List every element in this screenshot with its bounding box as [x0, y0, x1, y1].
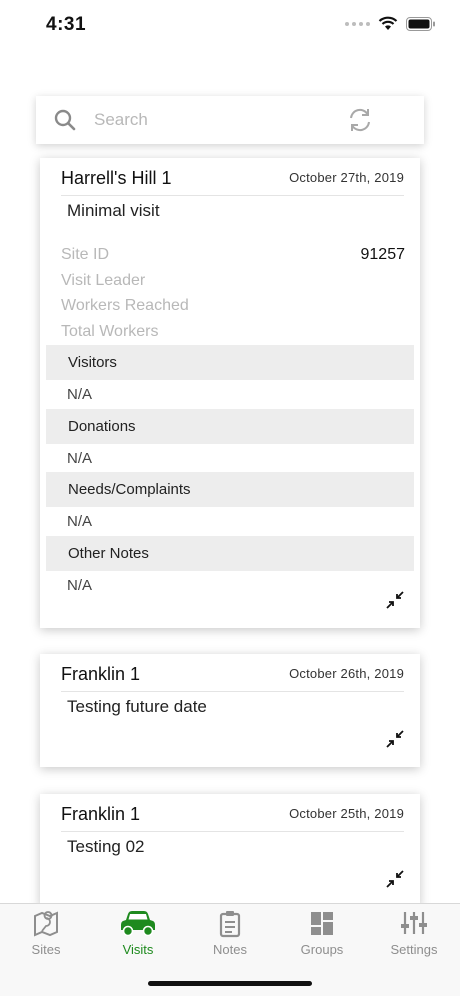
sliders-icon [401, 912, 427, 934]
visit-card[interactable]: Franklin 1 October 25th, 2019 Testing 02 [40, 794, 420, 907]
card-header: Franklin 1 October 25th, 2019 [61, 794, 404, 832]
clipboard-icon [219, 911, 241, 938]
workers-reached-label: Workers Reached [61, 297, 189, 314]
card-title: Harrell's Hill 1 [61, 168, 172, 188]
tab-notes[interactable]: Notes [184, 904, 276, 964]
card-date: October 25th, 2019 [289, 806, 404, 821]
section-value: N/A [67, 513, 93, 530]
section-title: Donations [68, 418, 136, 435]
section-header-visitors: Visitors [46, 345, 414, 380]
status-time: 4:31 [46, 14, 87, 35]
tab-groups[interactable]: Groups [276, 904, 368, 964]
refresh-icon[interactable] [347, 107, 373, 133]
site-id-value: 91257 [360, 246, 406, 263]
signal-icon [345, 21, 370, 26]
section-title: Visitors [68, 354, 117, 371]
card-title: Franklin 1 [61, 804, 141, 824]
tab-label: Visits [122, 942, 154, 957]
collapse-icon[interactable] [386, 591, 404, 609]
section-header-needs: Needs/Complaints [46, 472, 414, 507]
card-subtitle: Minimal visit [67, 201, 160, 220]
tab-label: Settings [390, 942, 438, 957]
tab-settings[interactable]: Settings [368, 904, 460, 964]
home-indicator [148, 981, 312, 986]
card-title: Franklin 1 [61, 664, 141, 684]
section-value: N/A [67, 386, 93, 403]
card-subtitle: Testing 02 [67, 837, 145, 856]
tab-label: Notes [213, 942, 247, 957]
section-header-other-notes: Other Notes [46, 536, 414, 571]
card-date: October 26th, 2019 [289, 666, 404, 681]
status-icons [345, 16, 436, 31]
battery-icon [406, 16, 435, 31]
section-value: N/A [67, 450, 93, 467]
card-header: Franklin 1 October 26th, 2019 [61, 654, 404, 692]
tab-label: Sites [31, 942, 61, 957]
collapse-icon[interactable] [386, 870, 404, 888]
visit-leader-label: Visit Leader [61, 272, 146, 289]
tab-visits[interactable]: Visits [92, 904, 184, 964]
section-value: N/A [67, 577, 93, 594]
site-id-label: Site ID [61, 246, 110, 263]
section-title: Other Notes [68, 545, 149, 562]
grid-icon [311, 912, 333, 935]
map-icon [34, 911, 58, 937]
card-date: October 27th, 2019 [289, 170, 404, 185]
status-bar: 4:31 [0, 0, 460, 50]
total-workers-label: Total Workers [61, 323, 159, 340]
visit-card[interactable]: Franklin 1 October 26th, 2019 Testing fu… [40, 654, 420, 767]
card-header: Harrell's Hill 1 October 27th, 2019 [61, 158, 404, 196]
search-icon[interactable] [54, 109, 76, 131]
card-subtitle: Testing future date [67, 697, 207, 716]
visit-card[interactable]: Harrell's Hill 1 October 27th, 2019 Mini… [40, 158, 420, 628]
car-icon [121, 911, 155, 936]
wifi-icon [378, 16, 398, 30]
tab-label: Groups [300, 942, 344, 957]
section-header-donations: Donations [46, 409, 414, 444]
tab-sites[interactable]: Sites [0, 904, 92, 964]
section-title: Needs/Complaints [68, 481, 191, 498]
collapse-icon[interactable] [386, 730, 404, 748]
search-input[interactable] [94, 96, 334, 144]
